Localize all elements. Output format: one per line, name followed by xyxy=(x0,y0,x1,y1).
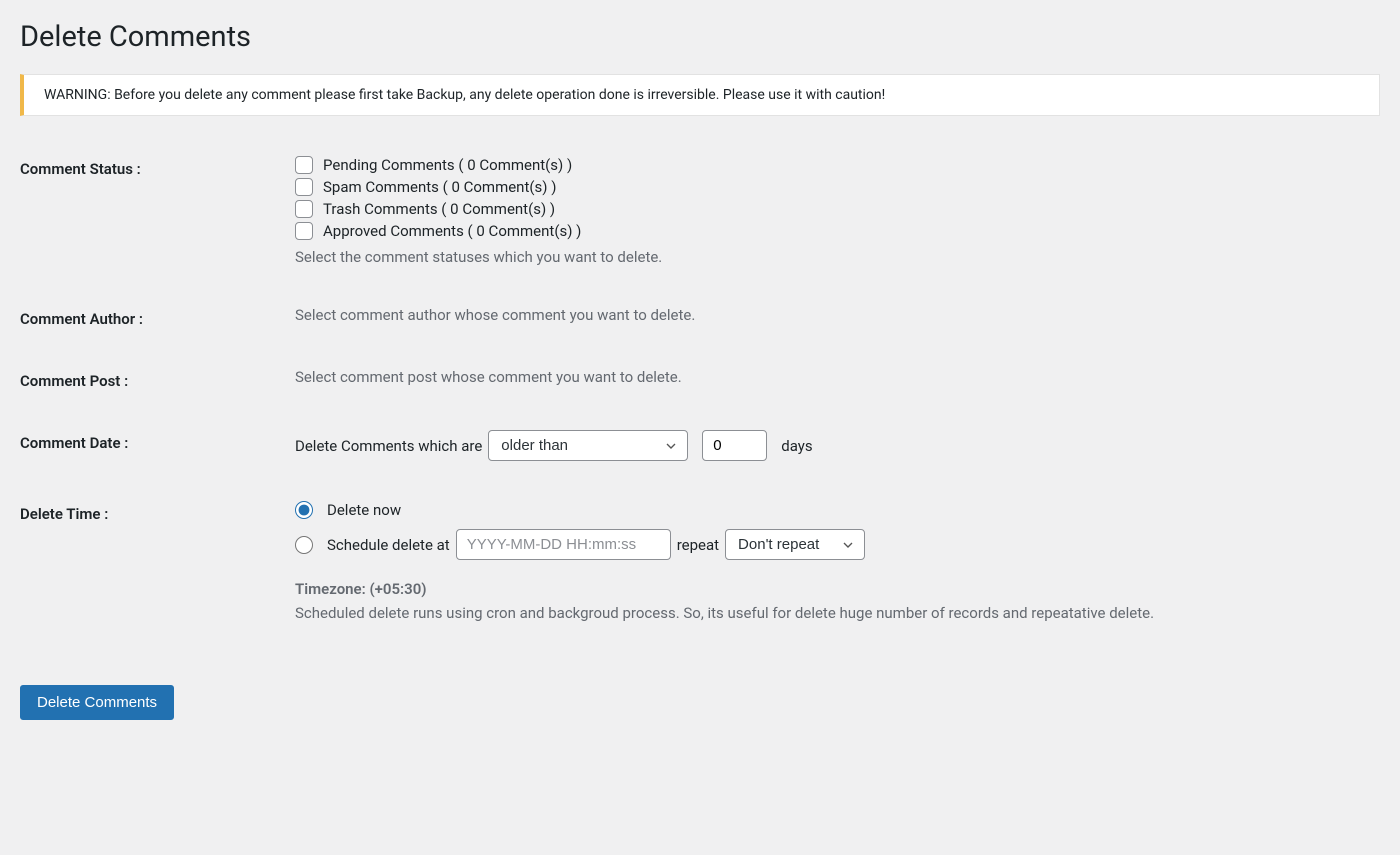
warning-text: WARNING: Before you delete any comment p… xyxy=(44,87,1359,103)
content-comment-date: Delete Comments which are older than day… xyxy=(295,430,1380,461)
warning-notice: WARNING: Before you delete any comment p… xyxy=(20,74,1380,116)
row-delete-time: Delete Time : Delete now Schedule delete… xyxy=(20,501,1380,625)
form-table: Comment Status : Pending Comments ( 0 Co… xyxy=(20,156,1380,625)
radio-label-schedule: Schedule delete at xyxy=(327,536,450,554)
checkbox-row-approved: Approved Comments ( 0 Comment(s) ) xyxy=(295,222,1380,240)
radio-delete-now[interactable] xyxy=(295,501,313,519)
checkbox-label-approved: Approved Comments ( 0 Comment(s) ) xyxy=(323,222,581,240)
helper-comment-author: Select comment author whose comment you … xyxy=(295,306,1380,324)
label-comment-date: Comment Date : xyxy=(20,430,295,452)
checkbox-spam[interactable] xyxy=(295,178,313,196)
row-comment-post: Comment Post : Select comment post whose… xyxy=(20,368,1380,390)
checkbox-approved[interactable] xyxy=(295,222,313,240)
select-repeat[interactable]: Don't repeat xyxy=(725,529,865,560)
checkbox-row-trash: Trash Comments ( 0 Comment(s) ) xyxy=(295,200,1380,218)
content-comment-author: Select comment author whose comment you … xyxy=(295,306,1380,324)
row-comment-author: Comment Author : Select comment author w… xyxy=(20,306,1380,328)
checkbox-label-trash: Trash Comments ( 0 Comment(s) ) xyxy=(323,200,555,218)
timezone-text: Timezone: (+05:30) xyxy=(295,580,1380,598)
delete-comments-button[interactable]: Delete Comments xyxy=(20,685,174,720)
row-comment-date: Comment Date : Delete Comments which are… xyxy=(20,430,1380,461)
helper-comment-status: Select the comment statuses which you wa… xyxy=(295,248,1380,266)
checkbox-row-spam: Spam Comments ( 0 Comment(s) ) xyxy=(295,178,1380,196)
label-comment-post: Comment Post : xyxy=(20,368,295,390)
radio-row-schedule: Schedule delete at repeat Don't repeat xyxy=(295,529,1380,560)
label-comment-status: Comment Status : xyxy=(20,156,295,178)
select-date-condition[interactable]: older than xyxy=(488,430,688,461)
helper-delete-time: Scheduled delete runs using cron and bac… xyxy=(295,602,1380,625)
content-delete-time: Delete now Schedule delete at repeat Don… xyxy=(295,501,1380,625)
radio-schedule[interactable] xyxy=(295,536,313,554)
date-suffix: days xyxy=(781,437,812,455)
input-date-number[interactable] xyxy=(702,430,767,461)
helper-comment-post: Select comment post whose comment you wa… xyxy=(295,368,1380,386)
row-comment-status: Comment Status : Pending Comments ( 0 Co… xyxy=(20,156,1380,266)
checkbox-row-pending: Pending Comments ( 0 Comment(s) ) xyxy=(295,156,1380,174)
checkbox-pending[interactable] xyxy=(295,156,313,174)
checkbox-label-spam: Spam Comments ( 0 Comment(s) ) xyxy=(323,178,556,196)
date-prefix: Delete Comments which are xyxy=(295,437,482,455)
content-comment-status: Pending Comments ( 0 Comment(s) ) Spam C… xyxy=(295,156,1380,266)
repeat-label: repeat xyxy=(677,536,719,554)
radio-label-now: Delete now xyxy=(327,501,401,519)
checkbox-trash[interactable] xyxy=(295,200,313,218)
label-delete-time: Delete Time : xyxy=(20,501,295,523)
checkbox-label-pending: Pending Comments ( 0 Comment(s) ) xyxy=(323,156,572,174)
radio-row-now: Delete now xyxy=(295,501,1380,519)
content-comment-post: Select comment post whose comment you wa… xyxy=(295,368,1380,386)
page-title: Delete Comments xyxy=(20,20,1380,54)
input-schedule-datetime[interactable] xyxy=(456,529,671,560)
label-comment-author: Comment Author : xyxy=(20,306,295,328)
